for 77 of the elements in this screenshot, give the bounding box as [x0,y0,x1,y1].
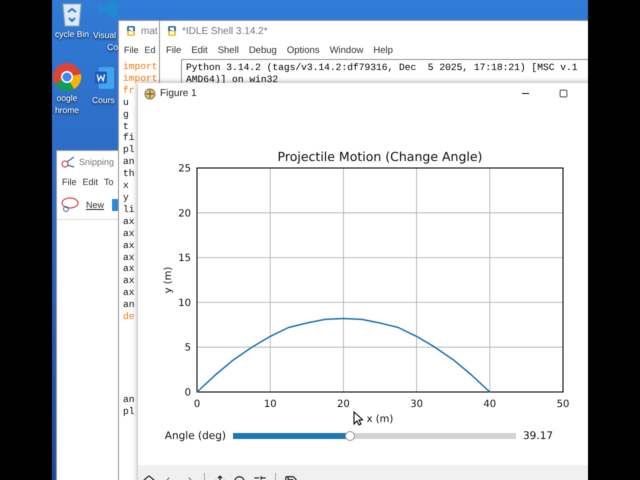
new-button[interactable]: New [86,200,104,210]
menu-item[interactable]: Window [330,44,364,56]
menu-item[interactable]: Help [373,44,393,56]
y-tick-label: 20 [178,208,191,220]
x-axis-label: x (m) [366,414,394,424]
x-tick-label: 10 [264,399,277,410]
code-line: ax [123,216,135,228]
window-title: Snipping [79,157,114,167]
code-line: u [123,96,129,109]
code-line: ax [123,275,135,288]
y-tick-label: 5 [184,342,191,354]
window-title: Figure 1 [160,88,197,99]
menu-item[interactable]: Ed [144,45,156,55]
menu-item[interactable]: File [62,177,77,187]
code-line: fr [123,84,135,97]
code-line: de [123,311,135,323]
x-tick-label: 30 [410,399,423,410]
code-line: x [123,180,129,192]
x-tick-label: 20 [337,399,350,410]
slider-thumb[interactable] [344,431,355,441]
window-title: mat [141,26,158,36]
y-tick-label: 15 [178,253,191,264]
shell-output: AMD64)] on win32 [186,74,278,86]
code-line: an [123,156,135,168]
y-axis-label: y (m) [163,266,174,294]
maximize-icon[interactable] [559,89,568,98]
chart-title: Projectile Motion (Change Angle) [278,149,482,164]
cursor-icon [353,411,363,426]
python-icon [125,25,137,37]
menu-item[interactable]: File [166,44,182,56]
code-line: import [123,72,158,85]
desktop-icon-label[interactable]: Visual [93,29,116,41]
code-line: import [123,61,158,73]
desktop-icon-label[interactable]: cycle Bin [54,28,89,40]
code-line: ax [123,287,135,300]
desktop-icon-label[interactable]: oogle [56,92,78,104]
slider-track[interactable] [233,433,516,439]
window-title: *IDLE Shell 3.14.2* [182,26,268,36]
scissors-icon [61,197,81,213]
code-line: an [123,394,135,406]
code-line: pl [123,406,135,418]
slider-value: 39.17 [523,430,554,442]
code-line: ax [123,228,135,240]
shell-output: Python 3.14.2 (tags/v3.14.2:df79316, Dec 5 2025, 17:18:21) [MSC v.1 [186,62,578,74]
code-line: y [123,192,129,204]
menu-item[interactable]: To [104,177,114,187]
menu-item[interactable]: Shell [218,44,239,56]
menu-item[interactable]: File [124,45,139,55]
x-tick-label: 40 [483,399,496,410]
code-line: ax [123,240,135,252]
code-line: th [123,168,135,180]
code-line: li [123,204,135,216]
code-line: ax [123,263,135,276]
menu-item[interactable]: Debug [248,44,277,56]
browser-icon[interactable] [52,62,82,92]
code-line: fi [123,132,135,144]
code-line: g [123,108,129,121]
y-tick-label: 25 [178,164,191,174]
document-app-icon[interactable] [95,66,115,90]
y-tick-label: 0 [184,388,191,398]
desktop-icon-label[interactable]: hrome [54,104,80,116]
code-line: ax [123,252,135,264]
desktop-icon-label[interactable]: Co [107,41,118,53]
y-tick-label: 10 [178,298,191,309]
menu-item[interactable]: Edit [191,44,208,56]
menu-item[interactable]: Options [286,44,320,56]
figure-icon [144,88,156,100]
python-icon [166,25,178,37]
x-tick-label: 50 [556,399,570,410]
code-line: pl [123,144,135,156]
x-tick-label: 0 [194,399,200,410]
desktop-icon-label[interactable]: Cours [92,94,115,106]
scissors-icon [61,156,75,168]
code-line: t [123,120,129,132]
menu-item[interactable]: Edit [82,177,98,187]
slider-label: Angle (deg) [164,430,226,442]
code-line: an [123,299,135,312]
